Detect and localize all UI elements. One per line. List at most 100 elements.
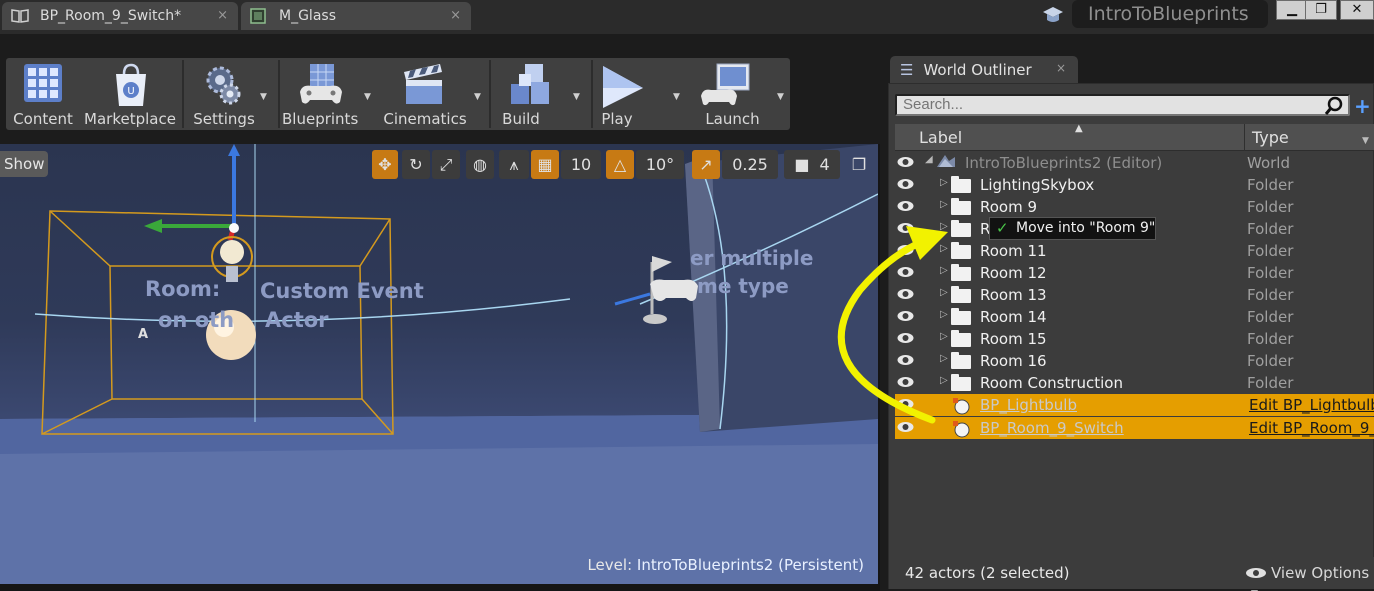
- row-type: Folder: [1247, 176, 1294, 194]
- view-options-label: View Options: [1271, 564, 1370, 582]
- svg-text:U: U: [127, 86, 134, 97]
- content-button[interactable]: Content: [6, 58, 80, 130]
- edit-blueprint-link[interactable]: Edit BP_Lightbulb: [1249, 396, 1374, 414]
- outliner-row-folder[interactable]: ▷ Room 12 Folder: [895, 262, 1374, 284]
- row-label: Room 14: [980, 308, 1047, 326]
- play-label: Play: [601, 110, 633, 128]
- current-level: Level: IntroToBlueprints2 (Persistent): [587, 556, 864, 574]
- collapsed-arrow-icon[interactable]: ▷: [940, 177, 948, 188]
- cinematics-button[interactable]: ▼ Cinematics: [378, 58, 486, 130]
- close-icon[interactable]: ×: [450, 8, 461, 23]
- minimize-button[interactable]: ▁: [1276, 0, 1308, 20]
- world-icon: [937, 155, 955, 167]
- add-actor-icon[interactable]: +: [1354, 94, 1371, 118]
- rotate-mode-button[interactable]: ↻: [402, 150, 430, 179]
- translate-mode-button[interactable]: ✥: [372, 150, 398, 179]
- close-window-button[interactable]: ✕: [1340, 0, 1374, 20]
- outliner-row-folder[interactable]: ▷ Room 11 Folder: [895, 240, 1374, 262]
- build-button[interactable]: ▼ Build: [493, 58, 589, 130]
- tab-bp-room-9-switch[interactable]: BP_Room_9_Switch* ×: [2, 2, 238, 30]
- chevron-down-icon[interactable]: ▼: [573, 92, 580, 102]
- title-bar: BP_Room_9_Switch* × M_Glass × IntroToBlu…: [0, 0, 1374, 34]
- outliner-row-actor-selected[interactable]: BP_Room_9_Switch Edit BP_Room_9_: [895, 417, 1374, 439]
- tab-world-outliner[interactable]: ☰ World Outliner ×: [890, 56, 1078, 83]
- outliner-row-folder[interactable]: ▷ Room 15 Folder: [895, 328, 1374, 350]
- outliner-status-bar: 42 actors (2 selected) View Options ▼: [889, 557, 1374, 591]
- level-prefix: Level:: [587, 556, 633, 574]
- blueprints-button[interactable]: ▼ Blueprints: [282, 58, 378, 130]
- tab-label: M_Glass: [279, 8, 336, 24]
- chevron-down-icon[interactable]: ▼: [1362, 136, 1369, 146]
- restore-button[interactable]: ❐: [1305, 0, 1337, 20]
- column-label-header[interactable]: Label: [919, 128, 962, 147]
- tab-m-glass[interactable]: M_Glass ×: [241, 2, 471, 30]
- collapsed-arrow-icon[interactable]: ▷: [940, 199, 948, 210]
- column-type-header[interactable]: Type: [1252, 128, 1289, 147]
- level-name: IntroToBlueprints2 (Persistent): [636, 556, 864, 574]
- outliner-row-folder[interactable]: ▷ Room Construction Folder: [895, 372, 1374, 394]
- outliner-row-folder[interactable]: ▷ Room 9 Folder: [895, 196, 1374, 218]
- build-label: Build: [502, 110, 540, 128]
- chevron-down-icon[interactable]: ▼: [777, 92, 784, 102]
- row-type: Folder: [1247, 264, 1294, 282]
- rotation-snap-value[interactable]: 10°: [636, 150, 684, 179]
- outliner-row-folder[interactable]: ▷ Room 14 Folder: [895, 306, 1374, 328]
- surface-snap-icon: ⩚: [509, 154, 519, 174]
- outliner-search-input[interactable]: [895, 94, 1350, 116]
- blueprints-gamepad-icon: [300, 64, 342, 104]
- chevron-down-icon[interactable]: ▼: [673, 92, 680, 102]
- settings-button[interactable]: ▼ Settings: [186, 58, 276, 130]
- annotation-arrow-icon: [837, 226, 948, 424]
- outliner-tab-title: World Outliner: [923, 60, 1032, 79]
- show-button[interactable]: Show: [0, 151, 48, 177]
- eye-icon[interactable]: [897, 177, 914, 191]
- expanded-arrow-icon[interactable]: ◢: [925, 154, 933, 165]
- grid-snap-toggle[interactable]: ▦: [531, 150, 559, 179]
- row-type: Folder: [1247, 352, 1294, 370]
- chevron-down-icon[interactable]: ▼: [364, 92, 371, 102]
- camera-speed-button[interactable]: ■ 4: [784, 150, 840, 179]
- scale-snap-value[interactable]: 0.25: [722, 150, 778, 179]
- scale-mode-button[interactable]: ⤢: [432, 150, 460, 179]
- play-button[interactable]: ▼ Play: [595, 58, 693, 130]
- outliner-row-folder[interactable]: ▷ LightingSkybox Folder: [895, 174, 1374, 196]
- scene-text-multiple: er multiple: [690, 246, 814, 270]
- outliner-column-header: Label ▲ Type ▼: [895, 123, 1374, 151]
- chevron-down-icon[interactable]: ▼: [474, 92, 481, 102]
- level-viewport[interactable]: Room: Custom Event on oth Actor er multi…: [0, 144, 878, 584]
- cinematics-label: Cinematics: [383, 110, 467, 128]
- blueprint-book-icon: [11, 9, 29, 23]
- maximize-viewport-button[interactable]: ❐: [848, 150, 870, 179]
- scene-text-custom-event: Custom Event: [260, 279, 424, 303]
- outliner-row-actor-selected[interactable]: BP_Lightbulb Edit BP_Lightbulb: [895, 394, 1374, 416]
- launch-button[interactable]: ▼ Launch: [693, 58, 790, 130]
- surface-snap-button[interactable]: ⩚: [499, 150, 529, 179]
- outliner-row-world[interactable]: ◢ IntroToBlueprints2 (Editor) World: [895, 152, 1374, 174]
- row-type: Folder: [1247, 330, 1294, 348]
- marketplace-button[interactable]: U Marketplace: [84, 58, 176, 130]
- grid-snap-value[interactable]: 10: [561, 150, 601, 179]
- edit-blueprint-link[interactable]: Edit BP_Room_9_: [1249, 419, 1374, 437]
- outliner-row-folder[interactable]: ▷ Room 16 Folder: [895, 350, 1374, 372]
- world-local-button[interactable]: ◍: [466, 150, 494, 179]
- chevron-down-icon[interactable]: ▼: [260, 92, 267, 102]
- row-type: Folder: [1247, 198, 1294, 216]
- search-icon[interactable]: [1324, 96, 1344, 116]
- row-label: Room 11: [980, 242, 1047, 260]
- eye-icon: [1246, 568, 1266, 578]
- row-type: Folder: [1247, 308, 1294, 326]
- eye-icon[interactable]: [897, 199, 914, 213]
- view-options-button[interactable]: View Options ▼: [1246, 564, 1374, 591]
- close-icon[interactable]: ×: [217, 8, 228, 23]
- content-browser-icon: [24, 64, 62, 102]
- camera-icon: ■: [794, 155, 810, 174]
- outliner-row-folder[interactable]: ▷ Room 13 Folder: [895, 284, 1374, 306]
- actor-count: 42 actors (2 selected): [905, 564, 1070, 582]
- eye-icon[interactable]: [897, 155, 914, 169]
- checkmark-icon: ✓: [996, 219, 1009, 237]
- scale-snap-toggle[interactable]: ↗: [692, 150, 720, 179]
- outliner-list-icon: ☰: [900, 60, 914, 79]
- rotation-snap-toggle[interactable]: △: [606, 150, 634, 179]
- close-icon[interactable]: ×: [1056, 61, 1066, 75]
- launch-label: Launch: [705, 110, 760, 128]
